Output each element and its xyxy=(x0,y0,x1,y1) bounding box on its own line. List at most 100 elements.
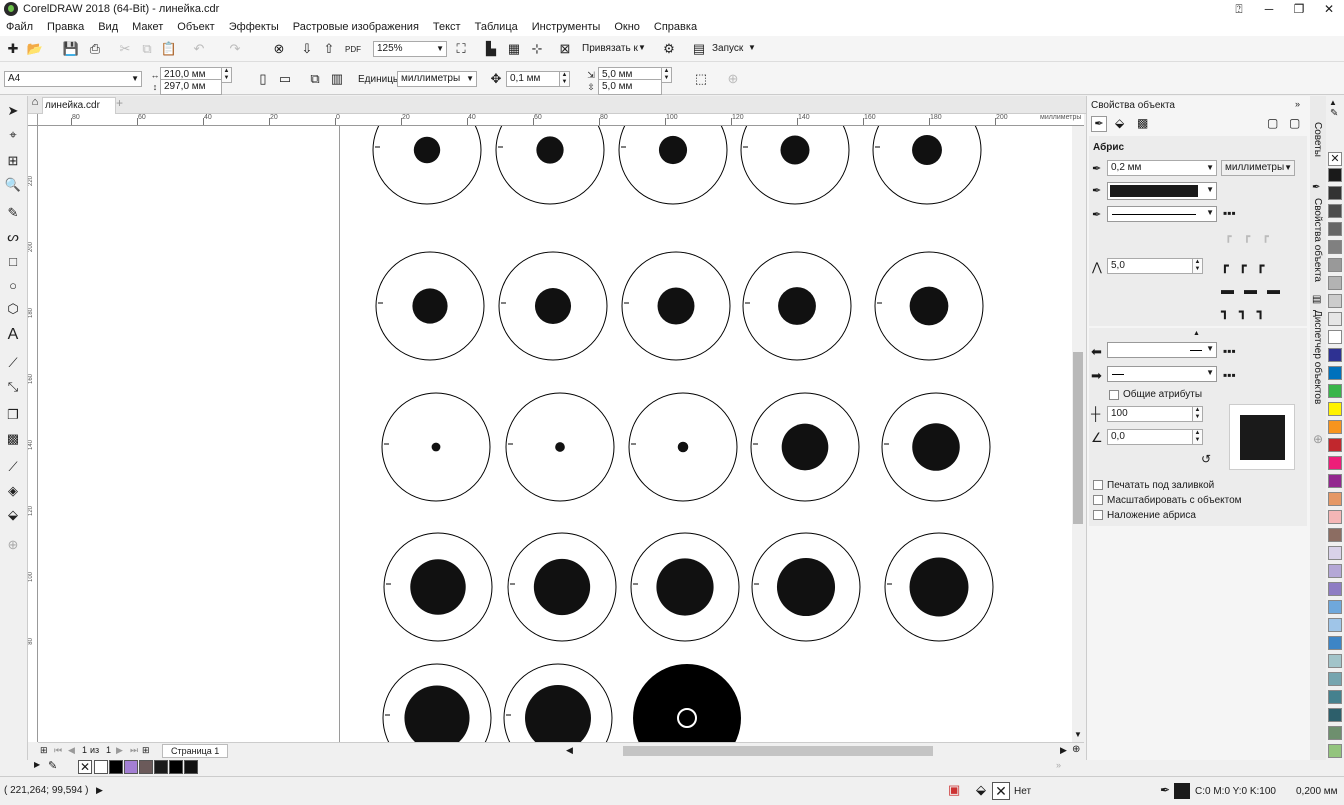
show-guidelines-icon[interactable]: ⊹ xyxy=(528,40,546,58)
add-page-after-icon[interactable]: ⊞ xyxy=(142,745,150,756)
scroll-left-icon[interactable]: ◀ xyxy=(566,745,573,756)
snap-to-dropdown[interactable]: Привязать к xyxy=(582,43,638,54)
dup-x-spinner[interactable]: ▲ ▼ xyxy=(662,67,672,83)
palette-scroll-icon[interactable]: » xyxy=(1056,760,1061,770)
tab-object-manager[interactable]: Диспетчер объектов xyxy=(1312,310,1323,404)
angle-input[interactable]: 0,0 xyxy=(1107,429,1193,445)
current-page-number[interactable]: 1 xyxy=(82,745,87,755)
nudge-spinner[interactable]: ▲ ▼ xyxy=(560,71,570,87)
palette-swatch[interactable] xyxy=(1328,582,1342,596)
add-icon[interactable]: ⊕ xyxy=(724,70,742,88)
palette-swatch[interactable] xyxy=(1328,726,1342,740)
palette-swatch[interactable] xyxy=(1328,366,1342,380)
end-arrow-options-icon[interactable]: ▪▪▪ xyxy=(1223,368,1236,382)
start-arrow-options-icon[interactable]: ▪▪▪ xyxy=(1223,344,1236,358)
outline-color-swatch[interactable] xyxy=(1174,783,1190,799)
pick-tool-icon[interactable]: ➤ xyxy=(4,102,22,120)
paste-icon[interactable]: 📋 xyxy=(160,40,178,58)
line-style-select[interactable]: ▼ xyxy=(1107,206,1217,222)
palette-swatch[interactable] xyxy=(1328,546,1342,560)
minimize-button[interactable]: ─ xyxy=(1254,0,1284,18)
target-circle[interactable] xyxy=(382,663,492,742)
palette-swatch[interactable] xyxy=(1328,528,1342,542)
connector-tool-icon[interactable]: ⤡ xyxy=(4,378,22,396)
full-screen-preview-icon[interactable]: ⛶ xyxy=(452,40,470,58)
menu-item-11[interactable]: Справка xyxy=(654,21,697,33)
more-options-icon[interactable]: ▪▪▪ xyxy=(1223,206,1236,220)
target-circle[interactable] xyxy=(751,532,861,642)
palette-swatch[interactable] xyxy=(1328,330,1342,344)
horizontal-ruler[interactable]: 80 60 40 20 0 20 40 60 80 100 120 140 160 180 200 милли… xyxy=(38,114,1084,126)
publish-pdf-icon[interactable]: PDF xyxy=(344,40,362,58)
menu-item-10[interactable]: Окно xyxy=(614,21,640,33)
portrait-icon[interactable]: ▯ xyxy=(254,70,272,88)
shadow-tool-icon[interactable]: ❐ xyxy=(4,406,22,424)
palette-swatch[interactable] xyxy=(1328,564,1342,578)
units-select[interactable]: миллиметры xyxy=(397,71,477,87)
artistic-media-icon[interactable]: ᔕ xyxy=(4,228,22,246)
all-pages-icon[interactable]: ⧉ xyxy=(306,70,324,88)
target-circle[interactable] xyxy=(740,126,850,205)
menu-item-8[interactable]: Таблица xyxy=(475,21,518,33)
copy-icon[interactable]: ⧉ xyxy=(138,40,156,58)
palette-swatch[interactable] xyxy=(1328,168,1342,182)
duplicate-y-input[interactable]: 5,0 мм xyxy=(598,79,662,95)
tab-object-properties[interactable]: Свойства объекта xyxy=(1312,198,1323,282)
current-page-icon[interactable]: ▥ xyxy=(328,70,346,88)
fill-icon[interactable]: ⬙ xyxy=(976,782,986,798)
fill-tab-icon[interactable]: ⬙ xyxy=(1115,116,1124,130)
palette-swatch[interactable] xyxy=(1328,672,1342,686)
document-color-swatch[interactable] xyxy=(184,760,198,774)
new-tab-icon[interactable]: + xyxy=(116,96,128,110)
palette-swatch[interactable] xyxy=(1328,348,1342,362)
target-circle[interactable] xyxy=(872,126,982,205)
miter-limit-input[interactable]: 5,0 xyxy=(1107,258,1193,274)
fill-none-swatch[interactable]: ✕ xyxy=(992,782,1010,800)
add-docker-icon[interactable]: ⊕ xyxy=(1313,432,1323,446)
palette-swatch[interactable] xyxy=(1328,258,1342,272)
palette-swatch[interactable] xyxy=(1328,240,1342,254)
overprint-outline-checkbox[interactable] xyxy=(1093,510,1103,520)
palette-swatch[interactable] xyxy=(1328,474,1342,488)
horizontal-scroll-thumb[interactable] xyxy=(623,746,933,756)
ellipse-tool-icon[interactable]: ○ xyxy=(4,276,22,294)
zoom-tool-icon[interactable]: 🔍 xyxy=(4,176,22,194)
menu-item-5[interactable]: Эффекты xyxy=(229,21,279,33)
smart-fill-icon[interactable]: ⬙ xyxy=(4,506,22,524)
palette-swatch[interactable] xyxy=(1328,204,1342,218)
cut-icon[interactable]: ✂ xyxy=(116,40,134,58)
frame-icon[interactable]: ▢ xyxy=(1267,116,1278,130)
target-circle[interactable] xyxy=(372,126,482,205)
stretch-spinner[interactable]: ▲ ▼ xyxy=(1193,406,1203,422)
transparency-tool-icon[interactable]: ▩ xyxy=(4,430,22,448)
palette-swatch[interactable] xyxy=(1328,420,1342,434)
palette-swatch[interactable] xyxy=(1328,690,1342,704)
crop-tool-icon[interactable]: ⊞ xyxy=(4,152,22,170)
target-circle[interactable] xyxy=(383,532,493,642)
maximize-button[interactable]: ❐ xyxy=(1284,0,1314,18)
outline-color-picker[interactable]: ▼ xyxy=(1107,182,1217,200)
eyedropper-tool-icon[interactable]: ⟋ xyxy=(4,458,22,476)
export-icon[interactable]: ⇧ xyxy=(320,40,338,58)
common-attrs-checkbox[interactable] xyxy=(1109,390,1119,400)
document-color-swatch[interactable] xyxy=(94,760,108,774)
palette-swatch[interactable] xyxy=(1328,618,1342,632)
first-page-icon[interactable]: ⏮ xyxy=(54,745,62,756)
angle-spinner[interactable]: ▲ ▼ xyxy=(1193,429,1203,445)
document-color-swatch[interactable] xyxy=(124,760,138,774)
miter-spinner[interactable]: ▲ ▼ xyxy=(1193,258,1203,274)
outline-pen-icon[interactable]: ✒ xyxy=(1160,783,1170,797)
document-color-swatch[interactable] xyxy=(154,760,168,774)
palette-swatch[interactable] xyxy=(1328,456,1342,470)
palette-swatch[interactable] xyxy=(1328,510,1342,524)
target-circle[interactable] xyxy=(628,392,738,502)
palette-swatch[interactable] xyxy=(1328,186,1342,200)
target-circle[interactable] xyxy=(498,251,608,361)
landscape-icon[interactable]: ▭ xyxy=(276,70,294,88)
menu-item-0[interactable]: Файл xyxy=(6,21,33,33)
search-content-icon[interactable]: ⊗ xyxy=(270,40,288,58)
palette-swatch[interactable] xyxy=(1328,402,1342,416)
prev-page-icon[interactable]: ◀ xyxy=(68,745,75,756)
launch-app-icon[interactable]: ▤ xyxy=(690,40,708,58)
print-under-fill-checkbox[interactable] xyxy=(1093,480,1103,490)
